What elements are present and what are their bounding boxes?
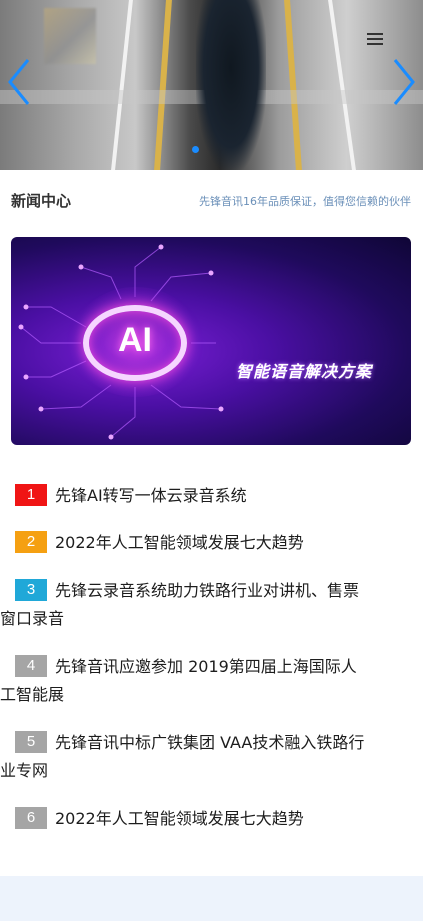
news-section-title: 新闻中心 — [11, 192, 72, 210]
news-title[interactable]: 先锋音讯应邀参加 2019第四届上海国际人 — [55, 657, 357, 676]
hero-image-stripe — [284, 0, 302, 170]
hero-image-stripe — [154, 0, 172, 170]
news-rank-badge: 2 — [15, 531, 47, 553]
news-title[interactable]: 先锋云录音系统助力铁路行业对讲机、售票 — [55, 581, 359, 600]
ai-logo-text: AI — [118, 321, 152, 359]
carousel-dot-active[interactable] — [192, 146, 199, 153]
footer-band — [0, 876, 423, 921]
news-rank-badge: 5 — [15, 731, 47, 753]
banner-slogan: 智能语音解决方案 — [236, 362, 373, 381]
news-rank-badge: 1 — [15, 484, 47, 506]
news-rank-badge: 6 — [15, 807, 47, 829]
carousel-next-button[interactable] — [389, 56, 419, 108]
news-title-continued[interactable]: 工智能展 — [0, 681, 357, 709]
news-section-subtitle: 先锋音讯16年品质保证，值得您信赖的伙伴 — [199, 195, 411, 208]
news-title[interactable]: 2022年人工智能领域发展七大趋势 — [55, 809, 304, 828]
hero-image-stripe — [328, 0, 356, 170]
news-title[interactable]: 先锋AI转写一体云录音系统 — [55, 486, 247, 505]
chevron-left-icon — [8, 59, 30, 105]
news-title-continued[interactable]: 业专网 — [0, 757, 364, 785]
news-title[interactable]: 先锋音讯中标广铁集团 VAA技术融入铁路行 — [55, 733, 364, 752]
news-item[interactable]: 4 先锋音讯应邀参加 2019第四届上海国际人 工智能展 — [0, 653, 357, 709]
carousel-prev-button[interactable] — [4, 56, 34, 108]
hero-image-person — [196, 0, 266, 170]
news-item[interactable]: 1 先锋AI转写一体云录音系统 — [15, 482, 247, 510]
news-title-continued[interactable]: 窗口录音 — [0, 605, 359, 633]
site-logo[interactable] — [44, 8, 96, 64]
news-rank-badge: 4 — [15, 655, 47, 677]
ai-solution-banner[interactable]: AI 智能语音解决方案 — [11, 237, 411, 445]
news-item[interactable]: 3 先锋云录音系统助力铁路行业对讲机、售票 窗口录音 — [0, 577, 359, 633]
news-item[interactable]: 6 2022年人工智能领域发展七大趋势 — [15, 805, 304, 833]
menu-icon[interactable] — [367, 33, 383, 47]
news-item[interactable]: 5 先锋音讯中标广铁集团 VAA技术融入铁路行 业专网 — [0, 729, 364, 785]
hero-carousel[interactable] — [0, 0, 423, 170]
chevron-right-icon — [393, 59, 415, 105]
news-title[interactable]: 2022年人工智能领域发展七大趋势 — [55, 533, 304, 552]
hero-image-stripe — [111, 0, 133, 170]
news-item[interactable]: 2 2022年人工智能领域发展七大趋势 — [15, 529, 304, 557]
news-rank-badge: 3 — [15, 579, 47, 601]
